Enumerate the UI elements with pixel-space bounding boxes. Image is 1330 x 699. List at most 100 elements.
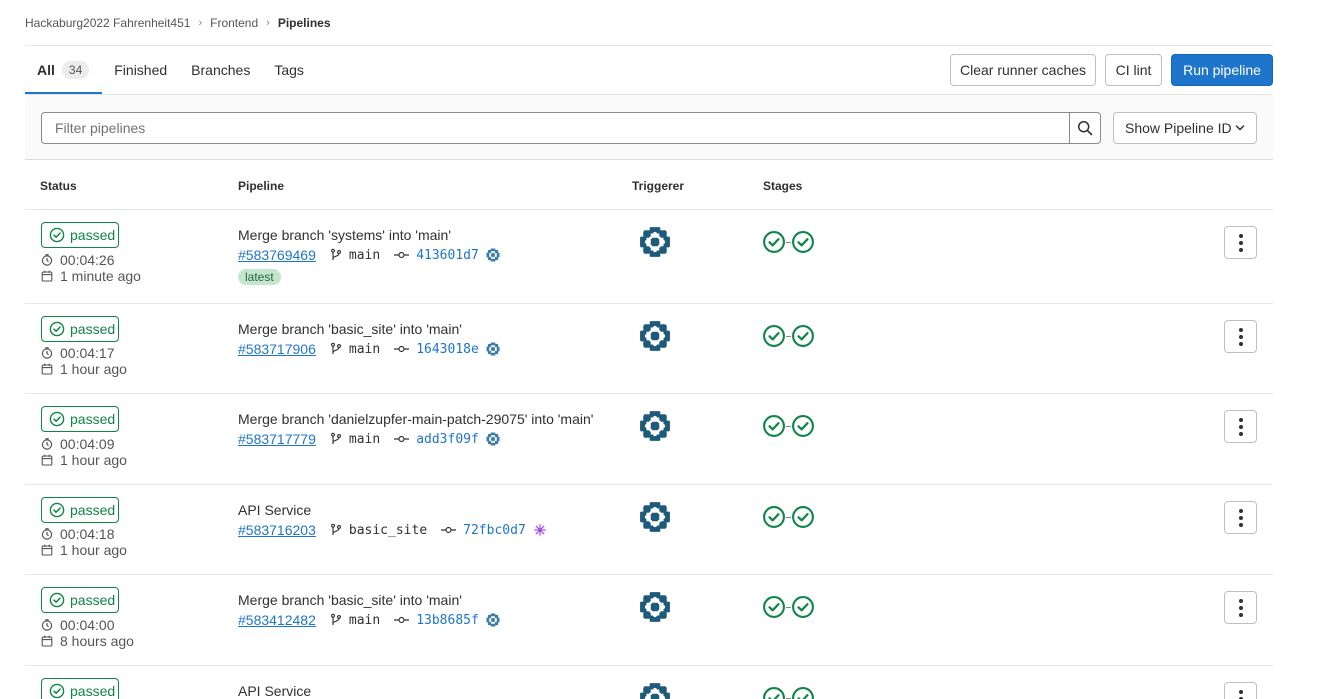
- commit-title[interactable]: API Service: [238, 502, 311, 518]
- stages: [762, 230, 815, 254]
- stage-passed-icon[interactable]: [762, 324, 786, 348]
- commit-sha: 13b8685f: [416, 612, 479, 628]
- pipeline-id-link[interactable]: #583716203: [238, 522, 316, 538]
- more-actions-button[interactable]: [1224, 591, 1257, 624]
- triggerer-avatar-icon[interactable]: [639, 682, 671, 699]
- ref-link[interactable]: main: [330, 613, 380, 628]
- author-avatar-icon[interactable]: [486, 248, 500, 262]
- finished-time: 8 hours ago: [41, 633, 134, 649]
- ref-link[interactable]: main: [330, 248, 380, 263]
- status-badge[interactable]: passed: [41, 222, 119, 248]
- triggerer-avatar-icon[interactable]: [639, 410, 671, 442]
- more-actions-button[interactable]: [1224, 410, 1257, 443]
- kebab-dot: [1238, 327, 1243, 332]
- table-row: passed 00:04:17 1 hour ago Merge branch …: [25, 304, 1273, 394]
- stage-passed-icon[interactable]: [762, 505, 786, 529]
- stages: [762, 595, 815, 619]
- stage-passed-icon[interactable]: [791, 414, 815, 438]
- stage-passed-icon[interactable]: [791, 505, 815, 529]
- status-badge[interactable]: passed: [41, 587, 119, 613]
- finished-value: 1 hour ago: [60, 542, 127, 558]
- commit-sha-link[interactable]: add3f09f: [394, 432, 507, 447]
- calendar-icon: [41, 363, 53, 375]
- breadcrumb-group[interactable]: Hackaburg2022 Fahrenheit451: [25, 16, 190, 30]
- stage-passed-icon[interactable]: [791, 686, 815, 699]
- clear-runner-caches-button[interactable]: Clear runner caches: [950, 54, 1096, 86]
- tab-tags[interactable]: Tags: [262, 46, 316, 94]
- branch-icon: [330, 613, 342, 627]
- more-actions-button[interactable]: [1224, 320, 1257, 353]
- commit-title[interactable]: API Service: [238, 683, 311, 699]
- breadcrumb-separator-icon: ›: [266, 17, 270, 29]
- commit-title[interactable]: Merge branch 'danielzupfer-main-patch-29…: [238, 411, 593, 427]
- author-avatar-icon[interactable]: [486, 432, 500, 446]
- tab-branches[interactable]: Branches: [179, 46, 262, 94]
- breadcrumb-current[interactable]: Pipelines: [278, 16, 331, 30]
- pipeline-id-link[interactable]: #583769469: [238, 247, 316, 263]
- stage-passed-icon[interactable]: [762, 686, 786, 699]
- status-passed-icon: [49, 227, 65, 243]
- status-label: passed: [70, 411, 116, 427]
- stage-passed-icon[interactable]: [762, 595, 786, 619]
- stage-passed-icon[interactable]: [762, 414, 786, 438]
- stage-passed-icon[interactable]: [762, 230, 786, 254]
- clock-icon: [41, 619, 53, 631]
- commit-title[interactable]: Merge branch 'basic_site' into 'main': [238, 321, 462, 337]
- pipeline-id-link[interactable]: #583717779: [238, 431, 316, 447]
- commit-sha-link[interactable]: 72fbc0d7: [441, 523, 554, 538]
- more-actions-button[interactable]: [1224, 226, 1257, 259]
- commit-sha-link[interactable]: 1643018e: [394, 342, 507, 357]
- duration: 00:04:26: [41, 252, 115, 268]
- stages: [762, 686, 815, 699]
- duration-value: 00:04:09: [60, 436, 115, 452]
- commit-title[interactable]: Merge branch 'systems' into 'main': [238, 227, 451, 243]
- author-avatar-icon[interactable]: [486, 342, 500, 356]
- ref-link[interactable]: main: [330, 342, 380, 357]
- tab-all[interactable]: All 34: [25, 46, 103, 94]
- more-actions-button[interactable]: [1224, 682, 1257, 699]
- calendar-icon: [41, 270, 53, 282]
- status-passed-icon: [49, 411, 65, 427]
- pipeline-id-link[interactable]: #583717906: [238, 341, 316, 357]
- status-badge[interactable]: passed: [41, 406, 119, 432]
- kebab-dot: [1238, 522, 1243, 527]
- triggerer-avatar-icon[interactable]: [639, 320, 671, 352]
- status-passed-icon: [49, 321, 65, 337]
- column-stages: Stages: [763, 179, 803, 193]
- stage-passed-icon[interactable]: [791, 595, 815, 619]
- commit-title[interactable]: Merge branch 'basic_site' into 'main': [238, 592, 462, 608]
- tab-branches-label: Branches: [191, 62, 251, 78]
- author-avatar-icon[interactable]: [486, 613, 500, 627]
- branch-icon: [330, 523, 342, 537]
- triggerer-avatar-icon[interactable]: [639, 226, 671, 258]
- pipeline-id-link[interactable]: #583412482: [238, 612, 316, 628]
- search-button[interactable]: [1069, 112, 1101, 144]
- ref-link[interactable]: main: [330, 432, 380, 447]
- stage-passed-icon[interactable]: [791, 324, 815, 348]
- author-avatar-icon[interactable]: [533, 523, 547, 537]
- ci-lint-button[interactable]: CI lint: [1105, 54, 1162, 86]
- pipeline-id-select[interactable]: Show Pipeline ID: [1113, 112, 1257, 144]
- status-badge[interactable]: passed: [41, 316, 119, 342]
- status-badge[interactable]: passed: [41, 497, 119, 523]
- commit-sha-link[interactable]: 13b8685f: [394, 613, 507, 628]
- finished-time: 1 hour ago: [41, 452, 127, 468]
- commit-sha-link[interactable]: 413601d7: [394, 248, 507, 263]
- status-badge[interactable]: passed: [41, 678, 119, 699]
- ref-link[interactable]: basic_site: [330, 523, 427, 538]
- branch-icon: [330, 342, 342, 356]
- filter-pipelines-input[interactable]: Filter pipelines: [41, 112, 1070, 144]
- stage-passed-icon[interactable]: [791, 230, 815, 254]
- kebab-dot: [1238, 598, 1243, 603]
- triggerer-avatar-icon[interactable]: [639, 591, 671, 623]
- more-actions-button[interactable]: [1224, 501, 1257, 534]
- tab-tags-label: Tags: [274, 62, 304, 78]
- breadcrumb-project[interactable]: Frontend: [210, 16, 258, 30]
- tab-finished[interactable]: Finished: [102, 46, 179, 94]
- run-pipeline-button[interactable]: Run pipeline: [1171, 54, 1273, 86]
- status-label: passed: [70, 683, 116, 699]
- table-row: passed 00:04:18 1 hour ago API Service #…: [25, 485, 1273, 575]
- stages: [762, 324, 815, 348]
- kebab-dot: [1238, 334, 1243, 339]
- triggerer-avatar-icon[interactable]: [639, 501, 671, 533]
